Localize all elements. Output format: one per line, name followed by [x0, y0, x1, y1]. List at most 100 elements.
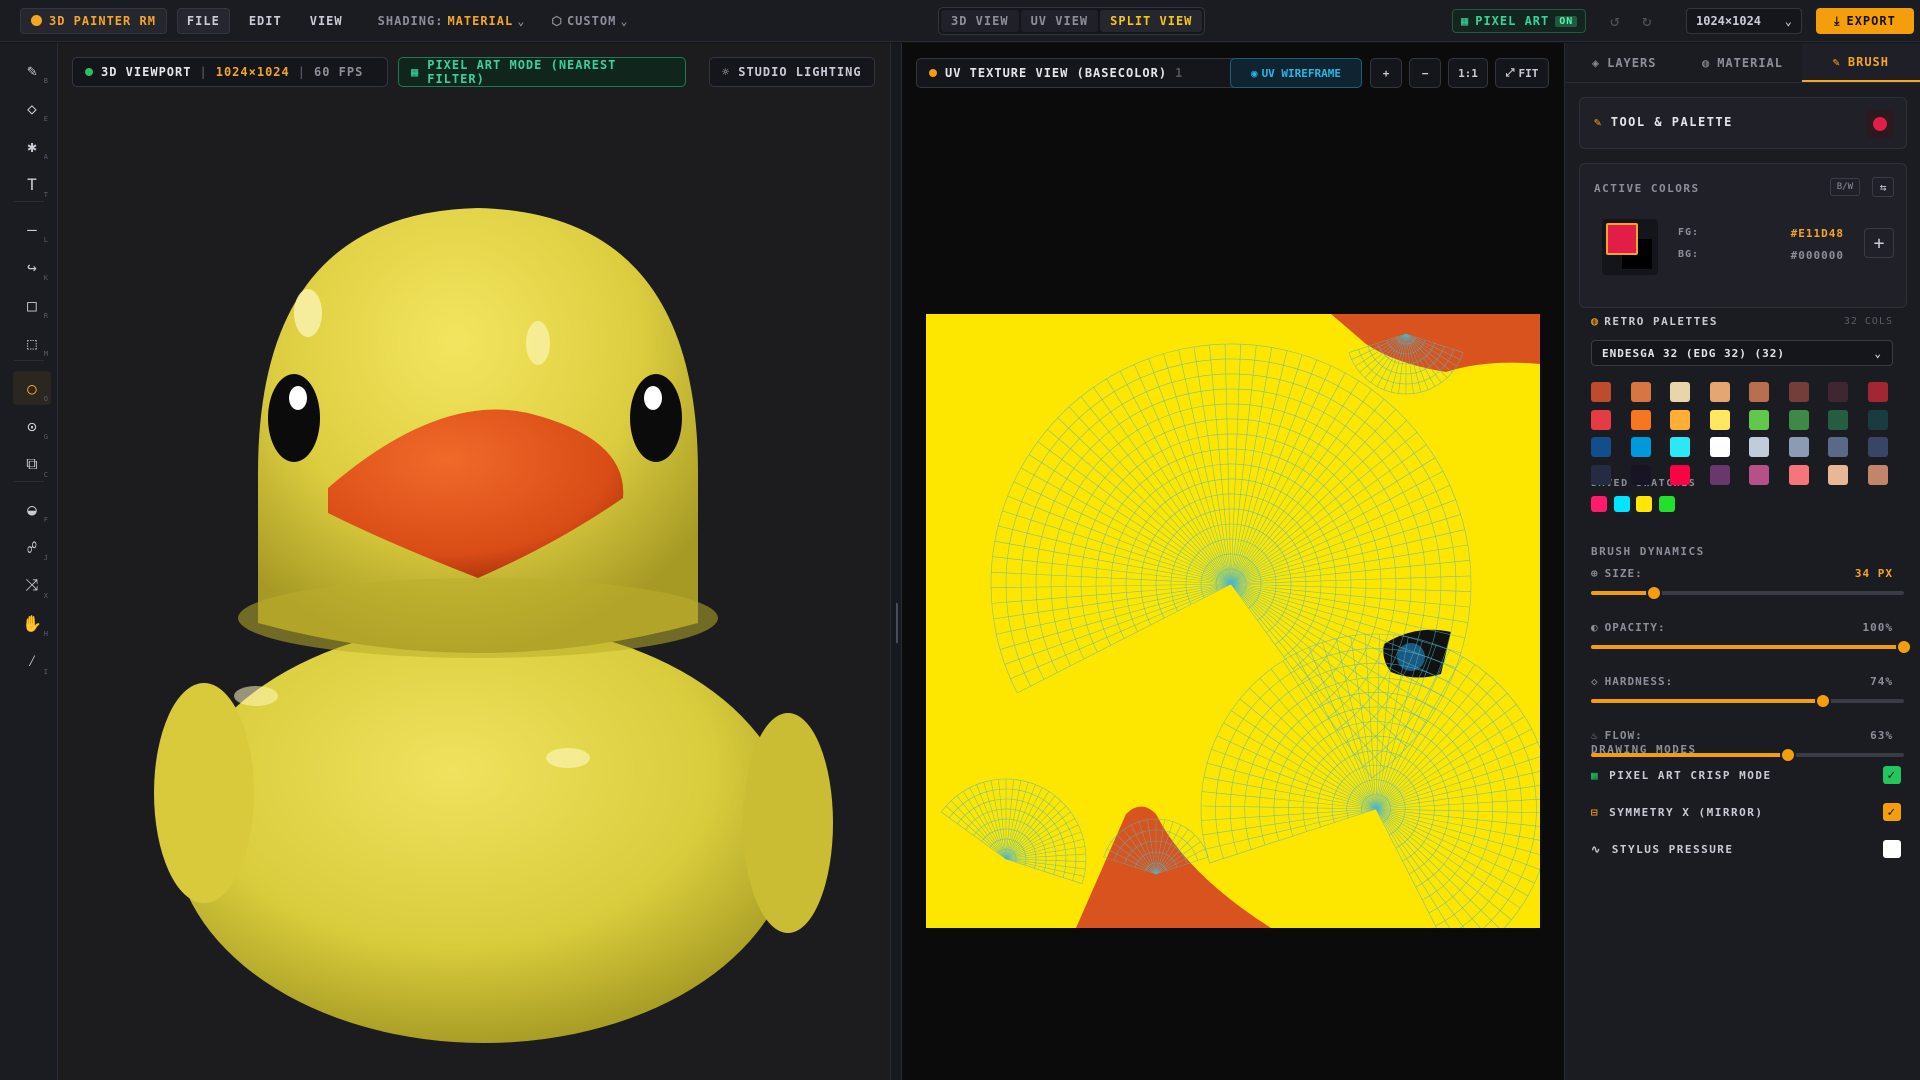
palette-swatch[interactable]: [1867, 464, 1888, 485]
palette-swatch[interactable]: [1867, 437, 1888, 457]
palette-swatch[interactable]: [1591, 437, 1611, 457]
hardness-slider[interactable]: [1591, 693, 1904, 709]
rectangle-tool[interactable]: □ R: [13, 288, 51, 322]
view-uv-button[interactable]: UV VIEW: [1020, 10, 1099, 32]
hand-tool[interactable]: ✋ H: [13, 606, 51, 640]
palette-swatch[interactable]: [1828, 464, 1848, 485]
palette-swatch[interactable]: [1630, 409, 1651, 430]
undo-icon[interactable]: ↺: [1610, 11, 1620, 30]
custom-dropdown[interactable]: ⬡ CUSTOM ⌄: [551, 14, 628, 28]
palette-swatch[interactable]: [1867, 382, 1888, 402]
redo-icon[interactable]: ↻: [1642, 11, 1652, 30]
menu-file[interactable]: FILE: [176, 7, 230, 34]
shading-dropdown[interactable]: SHADING: MATERIAL ⌄: [378, 14, 526, 28]
palette-swatch[interactable]: [1630, 437, 1651, 457]
radial-tool[interactable]: ⊙ G: [13, 409, 51, 443]
saved-swatch[interactable]: [1591, 496, 1607, 512]
viewport-3d[interactable]: 3D VIEWPORT | 1024×1024 | 60 FPS ▦ PIXEL…: [58, 43, 890, 1080]
line-tool[interactable]: — L: [13, 212, 51, 246]
palette-swatch[interactable]: [1670, 409, 1690, 430]
zoom-in-button[interactable]: +: [1370, 58, 1402, 88]
view-3d-button[interactable]: 3D VIEW: [941, 10, 1019, 32]
palette-swatch[interactable]: [1828, 409, 1848, 430]
drawing-mode-row[interactable]: ▦ PIXEL ART CRISP MODE ✓: [1591, 763, 1901, 787]
uv-wireframe-toggle[interactable]: ◉ UV WIREFRAME: [1230, 58, 1362, 88]
palette-swatch[interactable]: [1591, 382, 1611, 402]
fg-color-swatch[interactable]: [1606, 223, 1638, 255]
current-color-indicator[interactable]: [1866, 110, 1894, 138]
slider-knob[interactable]: [1814, 693, 1831, 709]
export-button[interactable]: ⤓ EXPORT: [1816, 8, 1914, 34]
selection-tool[interactable]: ⬚ M: [13, 326, 51, 360]
bg-hex-value[interactable]: #000000: [1791, 249, 1844, 262]
add-color-button[interactable]: +: [1864, 228, 1894, 258]
palette-swatch[interactable]: [1788, 437, 1809, 457]
palette-swatch[interactable]: [1788, 382, 1809, 402]
fg-hex-value[interactable]: #E11D48: [1791, 227, 1844, 240]
clone-tool[interactable]: ⧉ C: [13, 447, 51, 481]
palette-swatch[interactable]: [1670, 437, 1690, 457]
smudge-tool[interactable]: ☍ J: [13, 530, 51, 564]
palette-swatch[interactable]: [1828, 382, 1848, 402]
palette-swatch[interactable]: [1630, 382, 1651, 402]
swap-colors-icon[interactable]: ⇆: [1872, 177, 1894, 197]
eyedropper-tool[interactable]: ⁄ I: [13, 644, 51, 678]
saved-swatch[interactable]: [1636, 496, 1652, 512]
opacity-slider[interactable]: [1591, 639, 1912, 655]
uv-ring: [1080, 433, 1382, 706]
palette-swatch[interactable]: [1749, 464, 1769, 485]
palette-swatch[interactable]: [1709, 382, 1730, 402]
palette-swatch[interactable]: [1828, 437, 1848, 457]
text-tool[interactable]: TT: [13, 167, 51, 201]
menu-view[interactable]: VIEW: [301, 8, 352, 34]
ellipse-tool[interactable]: ○ O: [13, 371, 51, 405]
menu-edit[interactable]: EDIT: [240, 8, 291, 34]
palette-select[interactable]: ENDESGA 32 (EDG 32) (32) ⌄: [1591, 340, 1893, 366]
slider-knob[interactable]: [1896, 639, 1912, 655]
drawing-mode-row[interactable]: ∿ STYLUS PRESSURE: [1591, 837, 1901, 861]
saved-swatch[interactable]: [1613, 496, 1630, 512]
palette-swatch[interactable]: [1709, 437, 1730, 457]
brush-tool[interactable]: ✎ B: [13, 53, 51, 87]
fit-button[interactable]: ⤢ FIT: [1495, 58, 1549, 88]
palette-swatch[interactable]: [1630, 464, 1651, 485]
app-logo[interactable]: 3D PAINTER RM: [20, 7, 167, 34]
fill-tool[interactable]: ◒ F: [13, 492, 51, 526]
palette-swatch[interactable]: [1788, 464, 1809, 485]
ratio-button[interactable]: 1:1: [1448, 58, 1488, 88]
shuffle-tool[interactable]: ⤨ X: [13, 568, 51, 602]
hand-icon: ✋: [22, 613, 42, 633]
palette-swatch[interactable]: [1788, 409, 1809, 430]
palette-swatch[interactable]: [1591, 464, 1611, 485]
palette-swatch[interactable]: [1591, 409, 1611, 430]
bw-button[interactable]: B/W: [1829, 178, 1860, 196]
pixel-art-toggle[interactable]: ▦ PIXEL ART ON: [1452, 9, 1587, 33]
saved-swatch[interactable]: [1658, 496, 1675, 512]
mode-checkbox[interactable]: ✓: [1883, 803, 1901, 821]
zoom-out-button[interactable]: −: [1409, 58, 1441, 88]
tab-brush[interactable]: ✎ BRUSH: [1801, 43, 1920, 82]
palette-swatch[interactable]: [1709, 464, 1730, 485]
splitter-grip[interactable]: [896, 603, 898, 643]
tab-layers[interactable]: ◈ LAYERS: [1565, 43, 1683, 82]
mode-checkbox[interactable]: ✓: [1883, 766, 1901, 784]
palette-swatch[interactable]: [1709, 409, 1730, 430]
curve-tool[interactable]: ↪ K: [13, 250, 51, 284]
palette-swatch[interactable]: [1670, 382, 1690, 402]
eraser-tool[interactable]: ◇ E: [13, 91, 51, 125]
slider-knob[interactable]: [1645, 585, 1662, 601]
palette-swatch[interactable]: [1749, 437, 1769, 457]
palette-swatch[interactable]: [1749, 382, 1769, 402]
palette-swatch[interactable]: [1749, 409, 1769, 430]
tab-material[interactable]: ◍ MATERIAL: [1683, 43, 1801, 82]
mode-checkbox[interactable]: [1883, 840, 1901, 858]
palette-swatch[interactable]: [1867, 409, 1888, 430]
size-slider[interactable]: [1591, 585, 1904, 601]
uv-texture-canvas[interactable]: [926, 314, 1540, 928]
drawing-mode-row[interactable]: ⊟ SYMMETRY X (MIRROR) ✓: [1591, 800, 1901, 824]
view-splitter[interactable]: [890, 43, 902, 1080]
spray-tool[interactable]: ✱ A: [13, 129, 51, 163]
view-split-button[interactable]: SPLIT VIEW: [1100, 10, 1203, 32]
palette-swatch[interactable]: [1670, 464, 1690, 485]
resolution-select[interactable]: 1024×1024 ⌄: [1686, 8, 1802, 34]
